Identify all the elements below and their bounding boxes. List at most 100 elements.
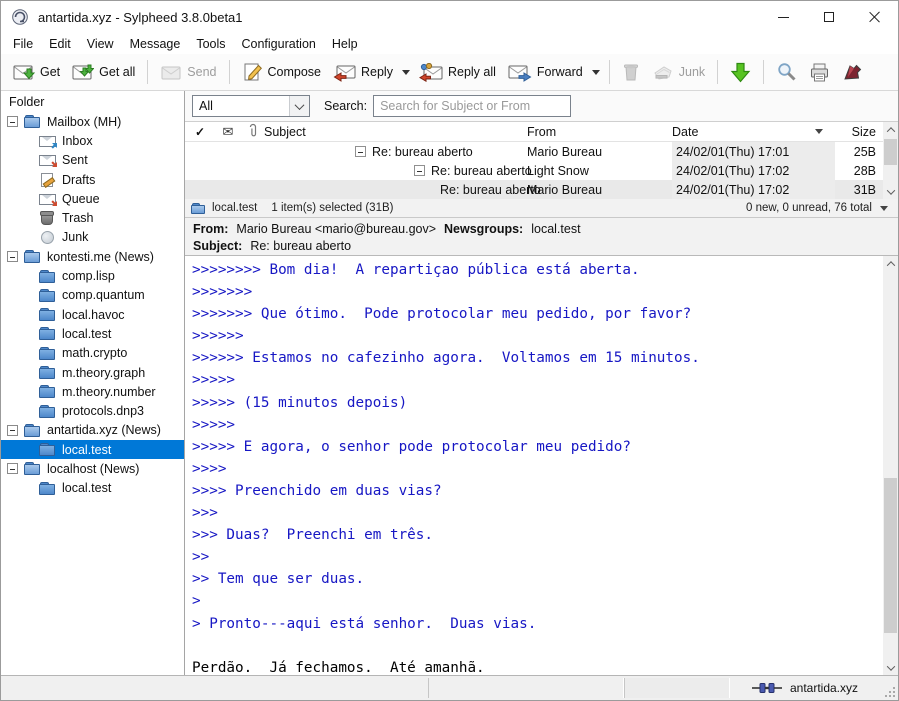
scroll-down-icon[interactable]: [883, 660, 898, 675]
menu-view[interactable]: View: [79, 35, 122, 53]
compose-button[interactable]: Compose: [236, 59, 328, 85]
forward-icon: [508, 63, 532, 82]
close-button[interactable]: [852, 1, 898, 33]
menu-tools[interactable]: Tools: [188, 35, 233, 53]
mark-column-header check-icon[interactable]: [185, 125, 215, 139]
next-unread-button[interactable]: [724, 59, 757, 86]
search-input[interactable]: [373, 95, 571, 117]
body-line: > Pronto---aqui está senhor. Duas vias.: [192, 613, 876, 635]
reply-button[interactable]: Reply: [327, 60, 399, 85]
menu-file[interactable]: File: [5, 35, 41, 53]
stop-icon: [842, 62, 863, 83]
scrollbar-thumb[interactable]: [884, 139, 897, 165]
unread-column-header envelope-icon[interactable]: [215, 124, 241, 140]
folder-icon: [39, 270, 56, 283]
folder-item-sent[interactable]: Sent: [1, 151, 184, 170]
inbox-icon: [39, 136, 56, 147]
get-button[interactable]: Get: [7, 60, 66, 85]
search-button[interactable]: [770, 59, 803, 86]
reply-all-button[interactable]: Reply all: [413, 60, 502, 85]
search-label: Search:: [324, 99, 367, 113]
folder-item-drafts[interactable]: Drafts: [1, 170, 184, 189]
folder-item-local.test[interactable]: local.test: [1, 324, 184, 343]
message-list-header: Subject From Date Size: [185, 122, 883, 142]
message-date: 24/02/01(Thu) 17:01: [672, 142, 835, 161]
folder-item-localhost-news-[interactable]: localhost (News): [1, 459, 184, 478]
body-line: >>>>>>>: [192, 281, 876, 303]
menu-message[interactable]: Message: [122, 35, 189, 53]
maximize-button[interactable]: [806, 1, 852, 33]
minimize-button[interactable]: [760, 1, 806, 33]
folder-open-icon: [24, 115, 41, 128]
body-line: >: [192, 590, 876, 612]
message-date: 24/02/01(Thu) 17:02: [672, 161, 835, 180]
collapse-icon[interactable]: [7, 251, 18, 262]
print-button[interactable]: [803, 59, 836, 86]
folder-item-mailbox-mh-[interactable]: Mailbox (MH): [1, 112, 184, 131]
folder-item-local.test[interactable]: local.test: [1, 440, 184, 459]
forward-button[interactable]: Forward: [502, 60, 589, 85]
folder-item-label: local.test: [62, 327, 111, 341]
folder-item-math.crypto[interactable]: math.crypto: [1, 344, 184, 363]
folder-item-kontesti.me-news-[interactable]: kontesti.me (News): [1, 247, 184, 266]
menu-edit[interactable]: Edit: [41, 35, 79, 53]
thread-collapse-icon[interactable]: [414, 165, 425, 176]
folder-item-m.theory.number[interactable]: m.theory.number: [1, 382, 184, 401]
forward-dropdown-button[interactable]: [589, 67, 603, 78]
menu-configuration[interactable]: Configuration: [234, 35, 324, 53]
folder-item-m.theory.graph[interactable]: m.theory.graph: [1, 363, 184, 382]
junk-icon: [41, 231, 54, 244]
date-column-header[interactable]: Date: [672, 125, 835, 139]
chevron-down-icon[interactable]: [880, 206, 888, 211]
attachment-column-header[interactable]: [241, 123, 264, 141]
filter-scope-dropdown[interactable]: [289, 96, 309, 116]
collapse-icon[interactable]: [7, 425, 18, 436]
folder-item-inbox[interactable]: Inbox: [1, 131, 184, 150]
folder-item-label: protocols.dnp3: [62, 404, 144, 418]
thread-collapse-icon[interactable]: [355, 146, 366, 157]
message-row[interactable]: Re: bureau abertoLight Snow24/02/01(Thu)…: [185, 161, 883, 180]
scroll-down-icon[interactable]: [883, 184, 898, 199]
toolbar-separator: [609, 60, 610, 84]
scrollbar-thumb[interactable]: [884, 478, 897, 633]
stop-button[interactable]: [836, 59, 869, 86]
collapse-icon[interactable]: [7, 116, 18, 127]
size-column-header[interactable]: Size: [835, 125, 884, 139]
folder-item-trash[interactable]: Trash: [1, 208, 184, 227]
folder-item-junk[interactable]: Junk: [1, 228, 184, 247]
folder-item-label: antartida.xyz (News): [47, 423, 161, 437]
scroll-up-icon[interactable]: [883, 122, 898, 137]
send-button[interactable]: Send: [154, 60, 222, 85]
folder-item-label: local.test: [62, 481, 111, 495]
chevron-down-icon: [592, 70, 600, 75]
reply-dropdown-button[interactable]: [399, 67, 413, 78]
folder-item-local.test[interactable]: local.test: [1, 479, 184, 498]
subject-column-header[interactable]: Subject: [264, 125, 306, 139]
collapse-icon[interactable]: [7, 463, 18, 474]
junk-button-label: Junk: [679, 65, 705, 79]
folder-item-comp.lisp[interactable]: comp.lisp: [1, 266, 184, 285]
message-row[interactable]: Re: bureau abertoMario Bureau24/02/01(Th…: [185, 142, 883, 161]
delete-button[interactable]: [616, 59, 646, 85]
body-line: >>>>>>: [192, 325, 876, 347]
junk-button[interactable]: Junk: [646, 60, 711, 84]
message-list-scrollbar[interactable]: [883, 122, 898, 199]
filter-scope-select[interactable]: All: [192, 95, 310, 117]
compose-button-label: Compose: [268, 65, 322, 79]
scroll-up-icon[interactable]: [883, 256, 898, 271]
get-all-button[interactable]: Get all: [66, 60, 141, 85]
from-column-header[interactable]: From: [527, 125, 672, 139]
message-body-scrollbar[interactable]: [883, 256, 898, 675]
folder-item-protocols.dnp3[interactable]: protocols.dnp3: [1, 401, 184, 420]
message-row[interactable]: Re: bureau abertoMario Bureau24/02/01(Th…: [185, 180, 883, 199]
folder-item-queue[interactable]: Queue: [1, 189, 184, 208]
resize-grip[interactable]: [880, 676, 898, 700]
queue-icon: [39, 194, 56, 205]
folder-icon: [39, 385, 56, 398]
forward-button-label: Forward: [537, 65, 583, 79]
sort-descending-icon: [815, 129, 823, 134]
folder-item-local.havoc[interactable]: local.havoc: [1, 305, 184, 324]
folder-item-antartida.xyz-news-[interactable]: antartida.xyz (News): [1, 421, 184, 440]
folder-item-comp.quantum[interactable]: comp.quantum: [1, 286, 184, 305]
menu-help[interactable]: Help: [324, 35, 366, 53]
